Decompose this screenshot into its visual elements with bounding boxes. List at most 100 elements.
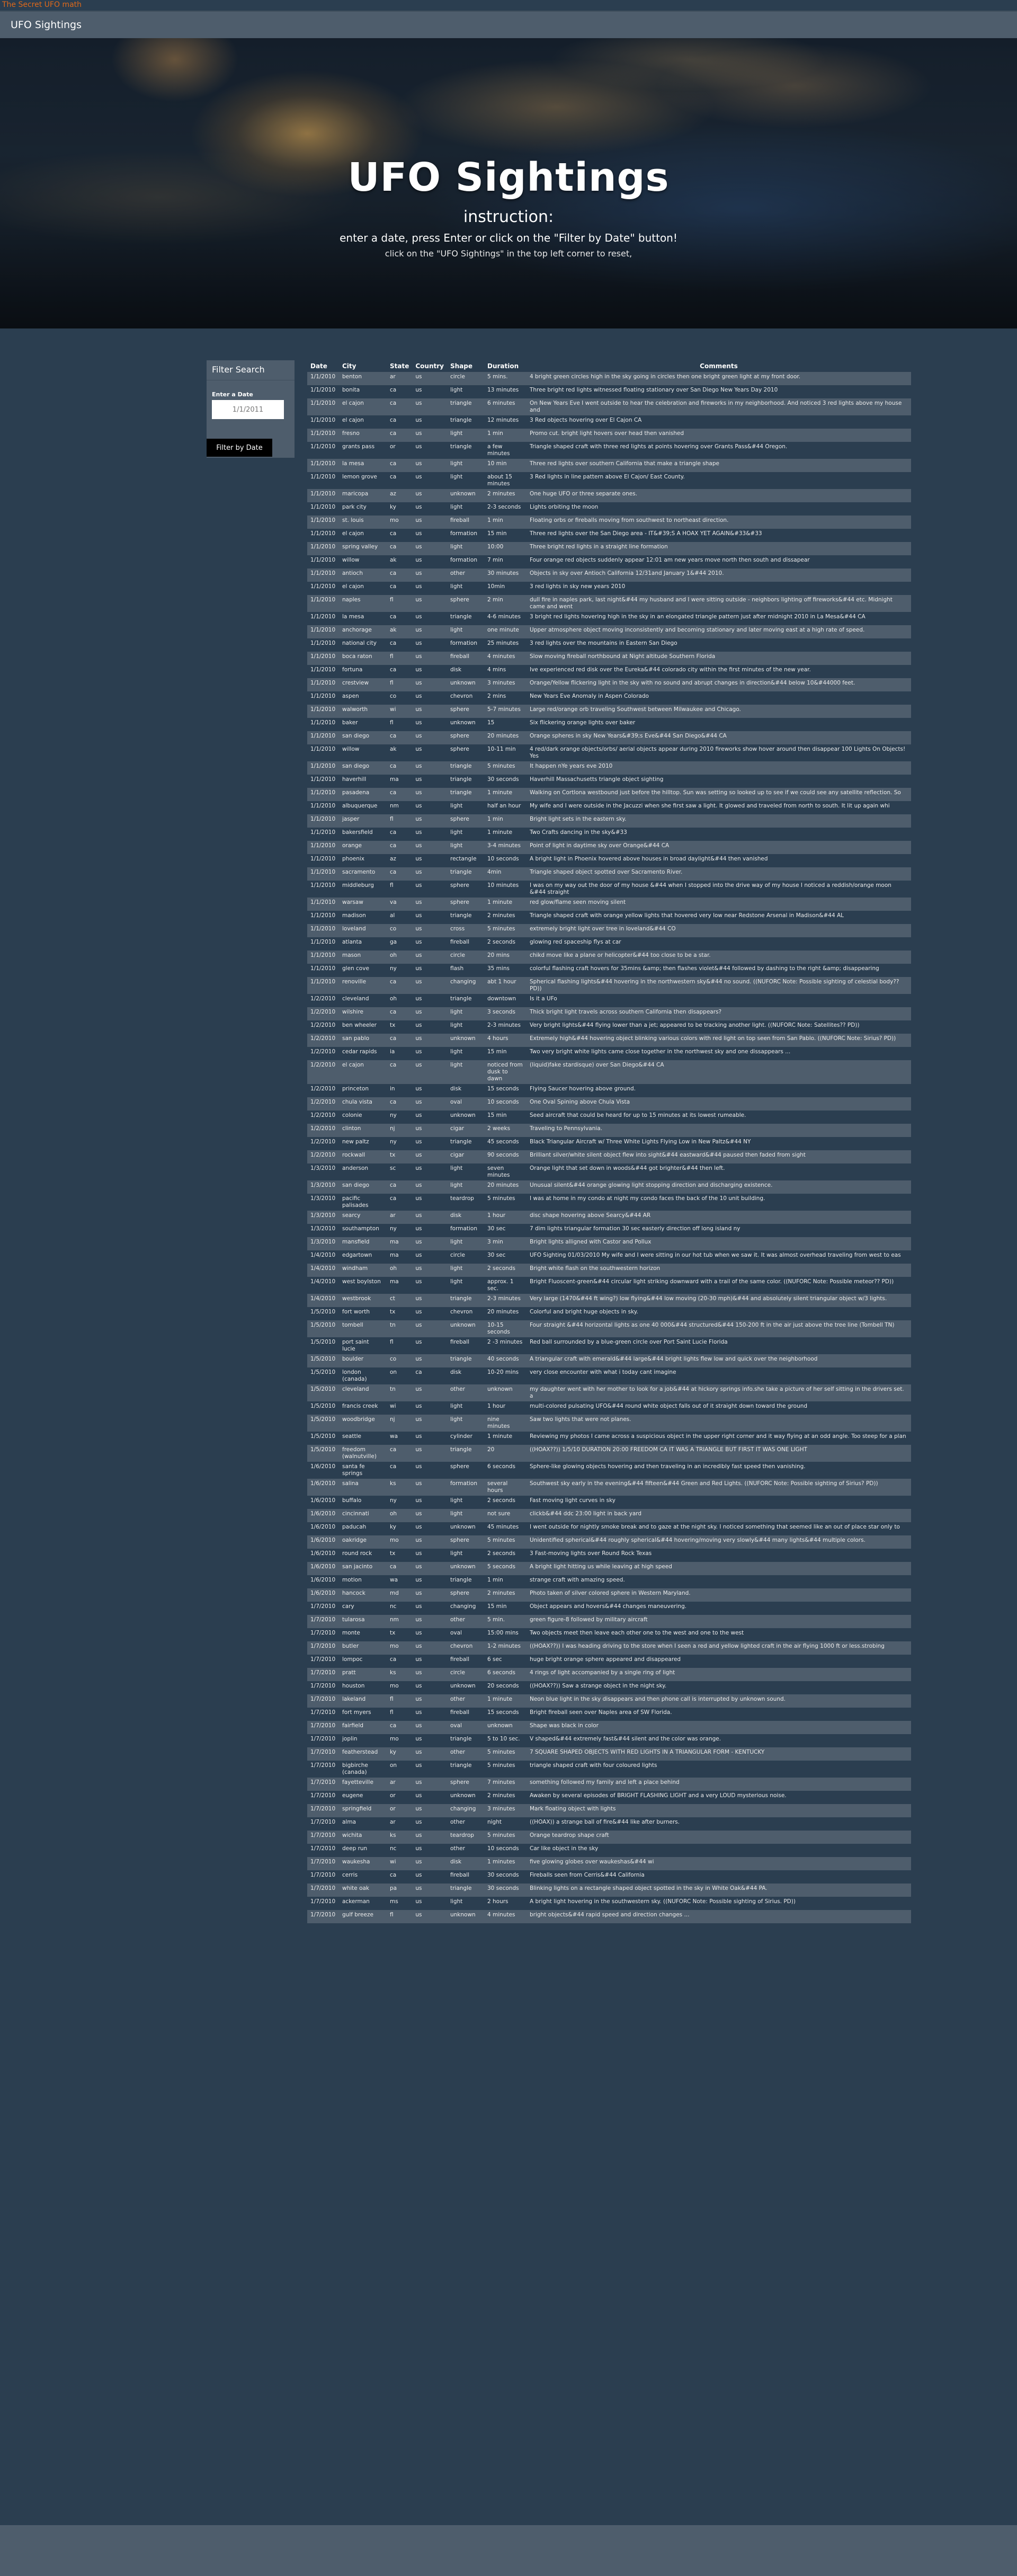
cell-comments: Flying Saucer hovering above ground. <box>529 1086 636 1092</box>
cell-shape: circle <box>447 1668 484 1681</box>
table-row: 1/5/2010 woodbridge nj us light nine minutes S… <box>307 1415 911 1432</box>
cell-shape: triangle <box>450 417 472 423</box>
cell-duration: 2 seconds <box>487 1497 515 1504</box>
cell-city: oakridge <box>339 1535 387 1549</box>
table-row: 1/1/2010 walworth wi us sphere 5-7 minutes Lar… <box>307 705 911 718</box>
cell-country: us <box>415 856 422 862</box>
cell-country: us <box>412 1831 447 1844</box>
table-row: 1/1/2010 jasper fl us sphere 1 min Bright ligh… <box>307 814 911 828</box>
cell-duration: 5 minutes <box>484 1535 527 1549</box>
cell-duration: one minute <box>484 625 527 638</box>
top-link[interactable]: The Secret UFO math <box>0 0 1017 11</box>
cell-comments: Orange teardrop shape craft <box>526 1831 911 1844</box>
cell-shape: sphere <box>447 1778 484 1791</box>
cell-state: wi <box>390 1403 396 1409</box>
cell-country: us <box>412 595 447 612</box>
cell-state: ca <box>387 1007 413 1020</box>
cell-state: ky <box>390 1524 396 1530</box>
filter-by-date-button[interactable]: Filter by Date <box>207 439 272 457</box>
cell-state: ca <box>387 841 413 854</box>
table-row: 1/7/2010 lompoc ca us fireball 6 sec huge brig… <box>307 1655 911 1668</box>
cell-comments: 7 SQUARE SHAPED OBJECTS WITH RED LIGHTS … <box>526 1747 911 1761</box>
cell-comments: Large red/orange orb traveling Southwest… <box>526 705 911 718</box>
cell-duration: 5 minutes <box>484 1831 527 1844</box>
cell-duration: 4 hours <box>484 1034 527 1047</box>
cell-shape: unknown <box>450 1524 476 1530</box>
cell-country: us <box>412 1857 447 1870</box>
cell-date: 1/2/2010 <box>310 1086 336 1092</box>
cell-shape: light <box>447 542 484 555</box>
cell-city: bakersfield <box>342 829 373 836</box>
navbar: UFO Sightings <box>0 11 1017 38</box>
cell-state: ct <box>387 1294 413 1307</box>
cell-comments: Very bright lights&#44 flying lower than… <box>529 1022 860 1028</box>
cell-state: oh <box>390 996 397 1002</box>
cell-shape: triangle <box>447 867 484 881</box>
cell-city: fresno <box>339 429 387 442</box>
cell-date: 1/1/2010 <box>307 398 339 415</box>
cell-date: 1/1/2010 <box>307 429 339 442</box>
cell-duration: 6 seconds <box>487 1463 515 1470</box>
cell-state: mo <box>390 1683 399 1689</box>
cell-duration: half an hour <box>487 803 521 809</box>
table-row: 1/5/2010 francis creek wi us light 1 hour mult… <box>307 1401 911 1415</box>
cell-date: 1/1/2010 <box>307 761 339 775</box>
date-input[interactable] <box>212 400 284 419</box>
cell-shape: triangle <box>450 1139 472 1145</box>
table-row: 1/1/2010 fortuna ca us disk 4 mins Ive experie… <box>307 665 911 678</box>
cell-country: us <box>412 1778 447 1791</box>
cell-comments: Bright fireball seen over Naples area of… <box>529 1709 672 1716</box>
cell-comments: Object appears and hovers&#44 changes ma… <box>529 1603 687 1610</box>
cell-duration: downtown <box>487 996 516 1002</box>
table-row: 1/5/2010 freedom (walnutville) ca us triangl… <box>307 1445 911 1462</box>
cell-duration: 10 seconds <box>484 1097 527 1111</box>
cell-shape: sphere <box>450 882 469 889</box>
cell-duration: 5 min. <box>484 1615 527 1628</box>
cell-date: 1/6/2010 <box>310 1550 336 1557</box>
cell-duration: 10 seconds <box>487 856 519 862</box>
cell-country: us <box>412 1509 447 1522</box>
column-header-comments: Comments <box>700 362 738 370</box>
cell-city: buffalo <box>342 1497 362 1504</box>
cell-comments: Orange light that set down in woods&#44 … <box>529 1165 725 1171</box>
cell-duration: 3 min <box>484 1237 527 1250</box>
cell-shape: fireball <box>450 1872 470 1878</box>
cell-state: ny <box>390 965 397 972</box>
table-row: 1/7/2010 bigbirche (canada) on us triangle 5 … <box>307 1761 911 1778</box>
cell-shape: other <box>447 1747 484 1761</box>
cell-duration: 2 minutes <box>487 1792 515 1799</box>
cell-country: us <box>415 1792 422 1799</box>
cell-date: 1/1/2010 <box>310 803 336 809</box>
table-row: 1/1/2010 glen cove ny us flash 35 mins colorfu… <box>307 964 911 977</box>
cell-city: pratt <box>339 1668 387 1681</box>
cell-comments: Three bright red lights witnessed floati… <box>529 387 778 393</box>
table-row: 1/1/2010 el cajon ca us formation 15 min Three… <box>307 529 911 542</box>
cell-comments: Triangle shaped craft with three red lig… <box>529 443 788 450</box>
cell-country: us <box>415 1086 422 1092</box>
cell-city: colonie <box>342 1112 362 1118</box>
hero-text: UFO Sightings instruction: enter a date,… <box>0 155 1017 259</box>
table-row: 1/1/2010 boca raton fl us fireball 4 minutes S… <box>307 652 911 665</box>
cell-city: san diego <box>339 761 387 775</box>
cell-comments: triangle shaped craft with four coloured… <box>529 1762 657 1769</box>
navbar-brand-link[interactable]: UFO Sightings <box>11 19 82 31</box>
cell-duration: 1 min <box>484 814 527 828</box>
cell-state: ny <box>390 1139 397 1145</box>
cell-duration: 5 minutes <box>484 924 527 937</box>
cell-comments: colorful flashing craft hovers for 35min… <box>529 965 879 972</box>
cell-comments: Promo cut. bright light hovers over head… <box>526 429 911 442</box>
cell-state: mo <box>387 1641 413 1655</box>
table-row: 1/2/2010 cedar rapids ia us light 15 min Two v… <box>307 1047 911 1060</box>
cell-state: ca <box>390 1463 397 1470</box>
cell-city: southampton <box>342 1225 379 1232</box>
cell-date: 1/1/2010 <box>310 912 336 919</box>
cell-state: ky <box>387 1747 413 1761</box>
cell-date: 1/7/2010 <box>307 1668 339 1681</box>
cell-comments: extremely bright light over tree in love… <box>526 924 911 937</box>
cell-date: 1/7/2010 <box>307 1804 339 1817</box>
cell-state: fl <box>390 1339 394 1345</box>
cell-duration: 15 min <box>487 1049 507 1055</box>
column-header-country: Country <box>415 362 444 370</box>
cell-city: fayetteville <box>339 1778 387 1791</box>
cell-duration: about 15 minutes <box>487 474 512 487</box>
